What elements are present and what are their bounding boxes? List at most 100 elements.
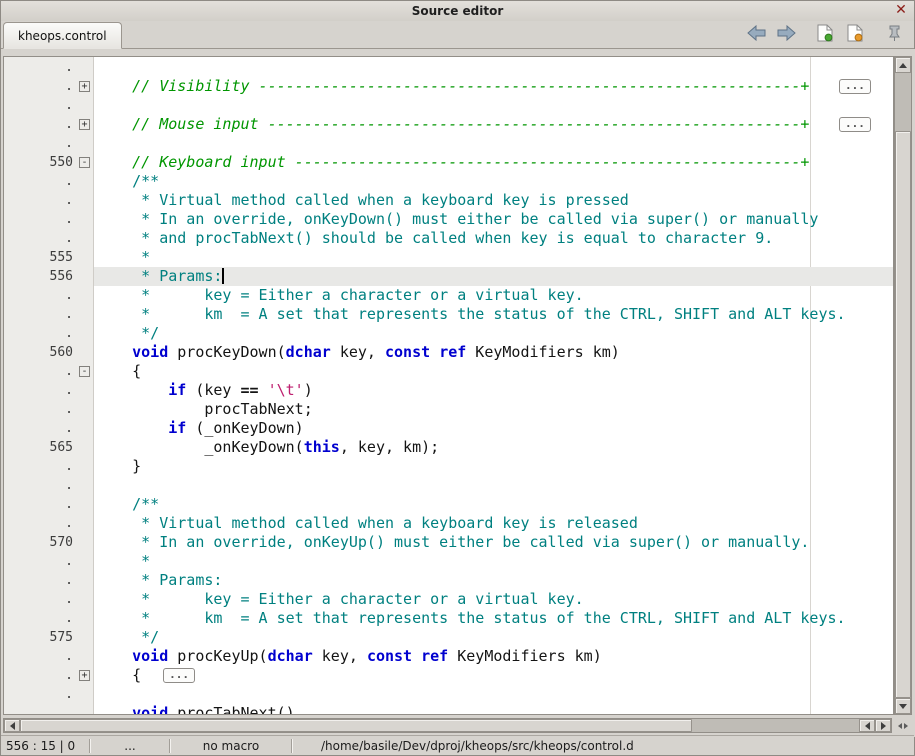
code-line[interactable]: void procTabNext() (94, 704, 893, 715)
window-close-button[interactable]: ✕ (893, 3, 909, 19)
document-add-button[interactable] (813, 23, 837, 47)
fold-collapsed-icon[interactable]: + (79, 81, 90, 92)
line-marker-dot[interactable]: . (4, 305, 77, 324)
line-marker-dot[interactable]: . (4, 96, 77, 115)
fold-collapsed-icon[interactable]: + (79, 119, 90, 130)
line-marker-dot[interactable]: . (4, 210, 77, 229)
tab-kheops-control[interactable]: kheops.control (3, 22, 122, 49)
line-marker-dot[interactable]: . (4, 647, 77, 666)
fold-expanded-icon[interactable]: - (79, 366, 90, 377)
horizontal-scrollbar-thumb[interactable] (20, 719, 692, 732)
code-line[interactable]: * and procTabNext() should be called whe… (94, 229, 893, 248)
code-token (96, 381, 168, 399)
code-line[interactable]: // Visibility --------------------------… (94, 77, 893, 96)
go-forward-button[interactable] (774, 23, 798, 47)
code-line[interactable] (94, 58, 893, 77)
line-marker-dot[interactable]: . (4, 476, 77, 495)
scroll-step-right-button[interactable] (875, 719, 891, 732)
scroll-left-icon (10, 722, 15, 730)
line-number[interactable]: 556 (4, 267, 77, 286)
line-marker-dot[interactable]: . (4, 229, 77, 248)
code-line[interactable]: * Virtual method called when a keyboard … (94, 191, 893, 210)
code-line[interactable]: * km = A set that represents the status … (94, 609, 893, 628)
code-token: * (96, 552, 150, 570)
line-marker-dot[interactable]: . (4, 457, 77, 476)
line-marker-dot[interactable]: . (4, 400, 77, 419)
line-marker-dot[interactable]: . (4, 172, 77, 191)
line-number[interactable]: 555 (4, 248, 77, 267)
code-line[interactable] (94, 96, 893, 115)
text-region[interactable]: .....550....555556...560....565....570..… (3, 56, 894, 715)
code-line[interactable]: * (94, 552, 893, 571)
code-line[interactable] (94, 685, 893, 704)
line-marker-dot[interactable]: . (4, 58, 77, 77)
line-number[interactable]: 550 (4, 153, 77, 172)
vertical-scrollbar-thumb[interactable] (895, 131, 911, 698)
scroll-step-left-button[interactable] (859, 719, 875, 732)
code-line[interactable]: procTabNext; (94, 400, 893, 419)
code-line[interactable]: // Mouse input -------------------------… (94, 115, 893, 134)
code-line[interactable]: void procKeyUp(dchar key, const ref KeyM… (94, 647, 893, 666)
code-line[interactable] (94, 476, 893, 495)
code-column[interactable]: // Visibility --------------------------… (94, 57, 893, 714)
fold-expanded-icon[interactable]: - (79, 157, 90, 168)
code-line[interactable]: * key = Either a character or a virtual … (94, 590, 893, 609)
code-line[interactable]: {... (94, 666, 893, 685)
line-marker-dot[interactable]: . (4, 666, 77, 685)
fold-collapsed-icon[interactable]: + (79, 670, 90, 681)
code-line[interactable] (94, 134, 893, 153)
code-line[interactable]: * Params: (94, 571, 893, 590)
line-marker-dot[interactable]: . (4, 324, 77, 343)
scroll-down-button[interactable] (895, 698, 911, 714)
line-marker-dot[interactable]: . (4, 704, 77, 715)
code-line[interactable]: * (94, 248, 893, 267)
code-line[interactable]: } (94, 457, 893, 476)
line-marker-dot[interactable]: . (4, 495, 77, 514)
line-marker-dot[interactable]: . (4, 552, 77, 571)
code-line[interactable]: void procKeyDown(dchar key, const ref Ke… (94, 343, 893, 362)
line-number[interactable]: 575 (4, 628, 77, 647)
code-line[interactable]: if (key == '\t') (94, 381, 893, 400)
line-marker-dot[interactable]: . (4, 362, 77, 381)
line-marker-dot[interactable]: . (4, 514, 77, 533)
code-line[interactable]: * Params: (94, 267, 893, 286)
line-marker-dot[interactable]: . (4, 685, 77, 704)
code-line[interactable]: /** (94, 172, 893, 191)
code-line[interactable]: * In an override, onKeyUp() must either … (94, 533, 893, 552)
line-marker-dot[interactable]: . (4, 115, 77, 134)
fold-ellipsis-box[interactable]: ... (839, 79, 871, 94)
line-marker-dot[interactable]: . (4, 134, 77, 153)
code-line[interactable]: * km = A set that represents the status … (94, 305, 893, 324)
line-number[interactable]: 570 (4, 533, 77, 552)
code-line[interactable]: * Virtual method called when a keyboard … (94, 514, 893, 533)
code-line[interactable]: { (94, 362, 893, 381)
line-marker-dot[interactable]: . (4, 77, 77, 96)
line-marker-dot[interactable]: . (4, 419, 77, 438)
pin-editor-button[interactable] (882, 23, 906, 47)
code-line[interactable]: */ (94, 324, 893, 343)
fold-ellipsis-box[interactable]: ... (163, 668, 195, 683)
code-line[interactable]: // Keyboard input ----------------------… (94, 153, 893, 172)
code-line[interactable]: * key = Either a character or a virtual … (94, 286, 893, 305)
tab-bar: kheops.control (1, 21, 914, 49)
code-line[interactable]: _onKeyDown(this, key, km); (94, 438, 893, 457)
fold-ellipsis-box[interactable]: ... (839, 117, 871, 132)
scroll-left-button[interactable] (4, 719, 20, 732)
line-marker-dot[interactable]: . (4, 381, 77, 400)
line-number[interactable]: 565 (4, 438, 77, 457)
line-marker-dot[interactable]: . (4, 571, 77, 590)
code-line[interactable]: */ (94, 628, 893, 647)
line-marker-dot[interactable]: . (4, 191, 77, 210)
line-number[interactable]: 560 (4, 343, 77, 362)
code-line[interactable]: * In an override, onKeyDown() must eithe… (94, 210, 893, 229)
line-marker-dot[interactable]: . (4, 609, 77, 628)
vertical-scrollbar[interactable] (894, 56, 912, 715)
go-back-button[interactable] (744, 23, 768, 47)
code-line[interactable]: /** (94, 495, 893, 514)
document-edit-button[interactable] (843, 23, 867, 47)
code-line[interactable]: if (_onKeyDown) (94, 419, 893, 438)
scroll-up-button[interactable] (895, 57, 911, 73)
horizontal-scrollbar[interactable] (3, 718, 892, 733)
line-marker-dot[interactable]: . (4, 590, 77, 609)
line-marker-dot[interactable]: . (4, 286, 77, 305)
